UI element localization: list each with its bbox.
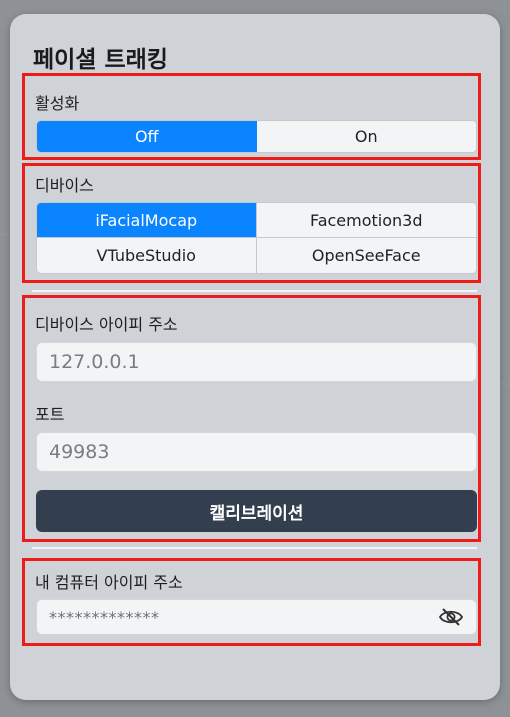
device-option-ifacialmocap[interactable]: iFacialMocap bbox=[37, 203, 257, 238]
device-section: 디바이스 iFacialMocap Facemotion3d VTubeStud… bbox=[22, 163, 481, 283]
panel-title: 페이셜 트래킹 bbox=[33, 47, 168, 73]
device-selector: iFacialMocap Facemotion3d VTubeStudio Op… bbox=[36, 202, 477, 274]
eye-slash-icon[interactable] bbox=[438, 607, 464, 627]
section-divider bbox=[32, 547, 477, 549]
my-ip-section: 내 컴퓨터 아이피 주소 ************* bbox=[22, 558, 481, 646]
my-ip-masked-value: ************* bbox=[49, 607, 160, 627]
device-option-vtubestudio[interactable]: VTubeStudio bbox=[37, 238, 257, 273]
section-divider bbox=[32, 290, 477, 292]
port-input[interactable] bbox=[36, 432, 477, 472]
device-label: 디바이스 bbox=[35, 176, 94, 195]
my-ip-field[interactable]: ************* bbox=[36, 599, 477, 635]
activation-label: 활성화 bbox=[35, 94, 80, 113]
device-option-openseeface[interactable]: OpenSeeFace bbox=[256, 238, 476, 273]
my-ip-label: 내 컴퓨터 아이피 주소 bbox=[35, 573, 183, 592]
device-option-facemotion3d[interactable]: Facemotion3d bbox=[256, 203, 476, 238]
connection-section: 디바이스 아이피 주소 포트 캘리브레이션 bbox=[22, 295, 481, 542]
device-ip-input[interactable] bbox=[36, 342, 477, 382]
toggle-on-button[interactable]: On bbox=[256, 121, 476, 152]
device-ip-label: 디바이스 아이피 주소 bbox=[35, 315, 178, 334]
port-label: 포트 bbox=[35, 405, 65, 424]
facial-tracking-panel: 페이셜 트래킹 활성화 Off On 디바이스 iFacialMocap Fac… bbox=[10, 14, 500, 700]
activation-section: 활성화 Off On bbox=[22, 73, 481, 160]
toggle-off-button[interactable]: Off bbox=[37, 121, 257, 152]
activation-toggle: Off On bbox=[36, 120, 477, 153]
calibration-button[interactable]: 캘리브레이션 bbox=[36, 490, 477, 532]
